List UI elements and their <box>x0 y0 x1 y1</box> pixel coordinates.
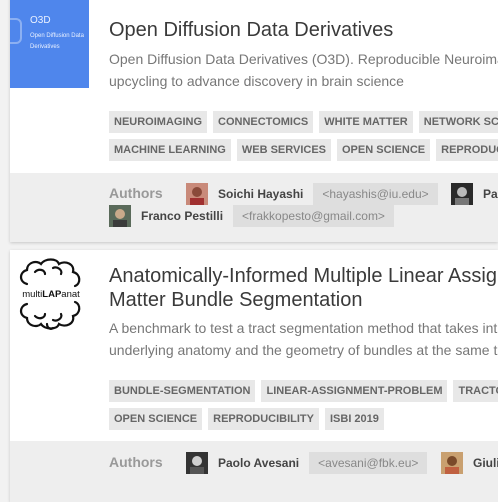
project-title[interactable]: Anatomically-Informed Multiple Linear As… <box>109 264 497 312</box>
tag[interactable]: REPRODUCIBI <box>436 139 498 161</box>
tag[interactable]: LINEAR-ASSIGNMENT-PROBLEM <box>261 380 448 402</box>
thumbnail-subtitle: Open Diffusion Data Derivatives <box>30 33 84 50</box>
author-name: Franco Pestilli <box>131 205 234 227</box>
tag-list: NEUROIMAGING CONNECTOMICS WHITE MATTER N… <box>109 111 498 161</box>
project-thumbnail[interactable]: O3D Open Diffusion Data Derivatives <box>10 0 89 88</box>
project-card[interactable]: O3D Open Diffusion Data Derivatives Open… <box>10 0 498 242</box>
author-chip[interactable]: Paolo Avesani <avesani@fbk.eu> <box>186 452 428 474</box>
project-description: Open Diffusion Data Derivatives (O3D). R… <box>109 48 498 92</box>
authors-section: Authors Paolo Avesani <avesani@fbk.eu> G… <box>10 441 498 502</box>
avatar <box>186 183 208 205</box>
author-chip[interactable]: Franco Pestilli <frakkopesto@gmail.com> <box>109 205 394 227</box>
tag[interactable]: NEUROIMAGING <box>109 111 207 133</box>
tag[interactable]: WHITE MATTER <box>319 111 413 133</box>
description-line: upcycling to advance discovery in brain … <box>109 73 404 89</box>
authors-section: Authors Soichi Hayashi <hayashis@iu.edu>… <box>10 173 498 242</box>
avatar <box>441 452 463 474</box>
author-name: Paolo Avesani <box>208 452 310 474</box>
author-name: Giuli <box>463 452 498 474</box>
project-card[interactable]: multiLAPanat Anatomically-Informed Multi… <box>10 250 498 502</box>
author-email[interactable]: <avesani@fbk.eu> <box>309 452 428 474</box>
tag[interactable]: TRACTOG <box>453 380 498 402</box>
author-email[interactable]: <frakkopesto@gmail.com> <box>233 205 394 227</box>
tag[interactable]: BUNDLE-SEGMENTATION <box>109 380 256 402</box>
avatar <box>451 183 473 205</box>
tag[interactable]: ISBI 2019 <box>324 408 384 430</box>
authors-label: Authors <box>109 454 163 470</box>
author-chip[interactable]: Pa <box>451 183 498 205</box>
avatar <box>109 205 131 227</box>
description-line: underlying anatomy and the geometry of b… <box>109 342 498 358</box>
title-line[interactable]: Matter Bundle Segmentation <box>109 288 497 312</box>
tag[interactable]: WEB SERVICES <box>236 139 331 161</box>
authors-label: Authors <box>109 185 163 201</box>
title-line[interactable]: Anatomically-Informed Multiple Linear As… <box>109 264 497 288</box>
brain-logo-icon[interactable]: multiLAPanat <box>13 254 89 334</box>
tag[interactable]: CONNECTOMICS <box>213 111 314 133</box>
project-title[interactable]: Open Diffusion Data Derivatives <box>109 18 393 42</box>
description-line: Open Diffusion Data Derivatives (O3D). R… <box>109 51 498 67</box>
tag[interactable]: OPEN SCIENCE <box>337 139 431 161</box>
author-name: Soichi Hayashi <box>208 183 314 205</box>
author-email[interactable]: <hayashis@iu.edu> <box>313 183 438 205</box>
project-description: A benchmark to test a tract segmentation… <box>109 317 498 361</box>
thumbnail-title: O3D <box>30 15 51 26</box>
tag[interactable]: NETWORK SCIE <box>418 111 498 133</box>
description-line: A benchmark to test a tract segmentation… <box>109 320 498 336</box>
avatar <box>186 452 208 474</box>
tag-list: BUNDLE-SEGMENTATION LINEAR-ASSIGNMENT-PR… <box>109 380 498 430</box>
logo-shape <box>10 18 22 44</box>
author-chip[interactable]: Soichi Hayashi <hayashis@iu.edu> <box>186 183 438 205</box>
author-chip[interactable]: Giuli <box>441 452 498 474</box>
tag[interactable]: OPEN SCIENCE <box>109 408 203 430</box>
logo-text: multiLAPanat <box>22 289 80 300</box>
tag[interactable]: REPRODUCIBILITY <box>208 408 319 430</box>
author-name: Pa <box>473 183 498 205</box>
tag[interactable]: MACHINE LEARNING <box>109 139 231 161</box>
